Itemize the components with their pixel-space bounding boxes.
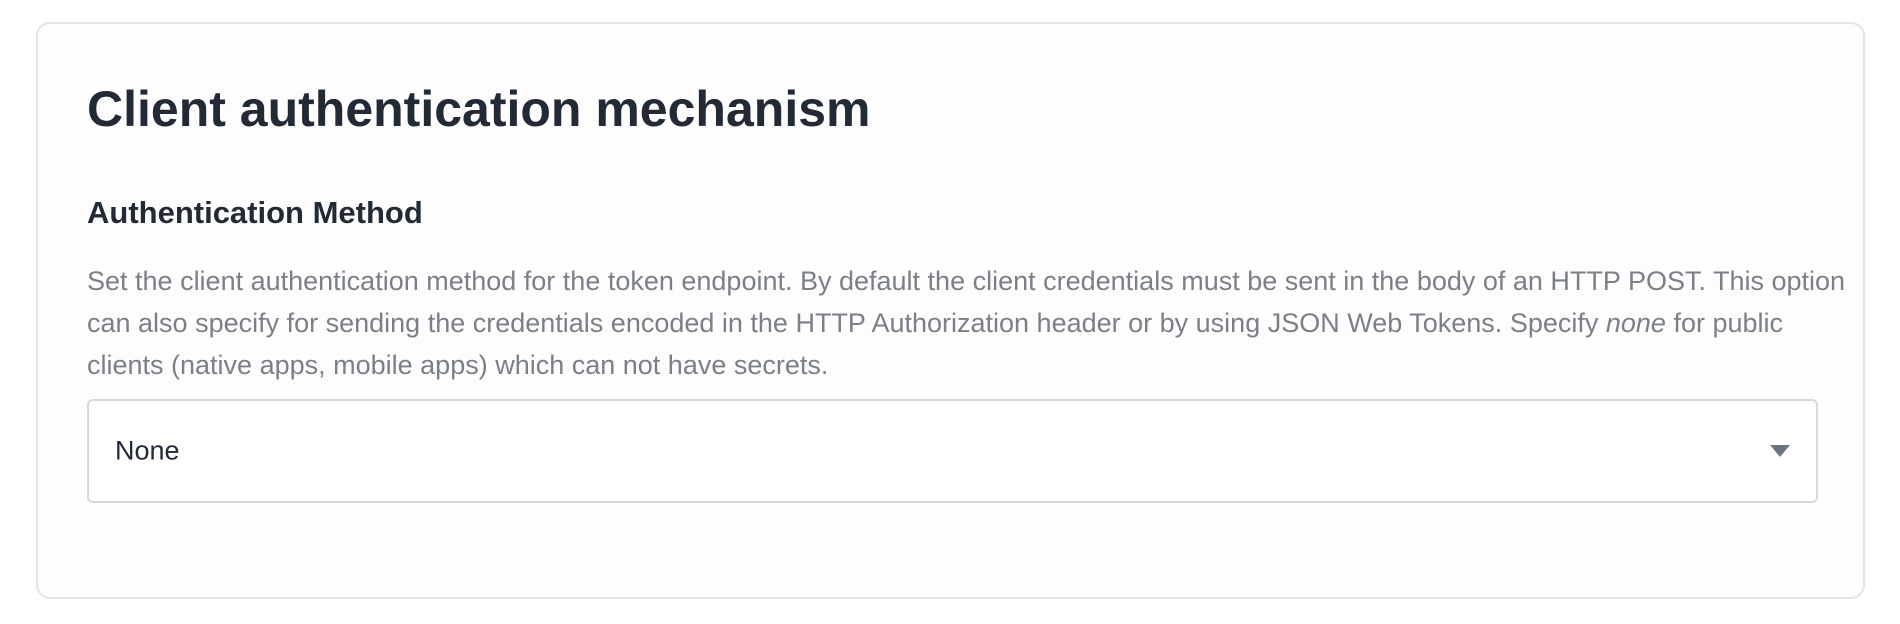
authentication-method-label: Authentication Method [87, 195, 423, 230]
client-auth-card: Client authentication mechanism Authenti… [36, 22, 1865, 599]
card-title: Client authentication mechanism [87, 81, 871, 137]
select-value: None [115, 435, 180, 466]
authentication-method-select[interactable]: None [87, 399, 1818, 503]
authentication-method-description: Set the client authentication method for… [87, 260, 1867, 386]
description-text-start: Set the client authentication method for… [87, 266, 1846, 338]
description-emphasis-none: none [1605, 308, 1666, 338]
chevron-down-icon [1770, 445, 1790, 457]
